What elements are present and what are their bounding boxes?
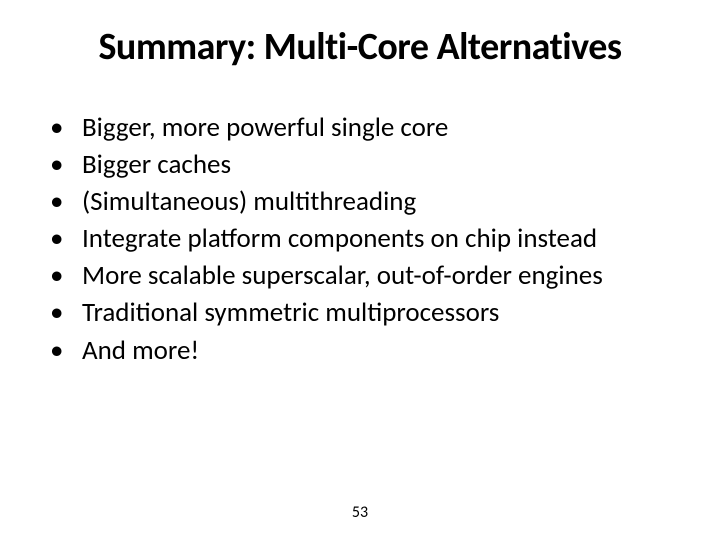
list-item: More scalable superscalar, out-of-order …: [50, 258, 690, 293]
list-item: (Simultaneous) multithreading: [50, 184, 690, 219]
list-item: Integrate platform components on chip in…: [50, 221, 690, 256]
slide-content: Bigger, more powerful single core Bigger…: [30, 110, 690, 520]
page-number: 53: [352, 503, 368, 522]
slide-container: Summary: Multi-Core Alternatives Bigger,…: [0, 0, 720, 540]
slide-title: Summary: Multi-Core Alternatives: [30, 24, 690, 70]
list-item: Bigger, more powerful single core: [50, 110, 690, 145]
list-item: Bigger caches: [50, 147, 690, 182]
list-item: And more!: [50, 333, 690, 368]
list-item: Traditional symmetric multiprocessors: [50, 295, 690, 330]
bullet-list: Bigger, more powerful single core Bigger…: [50, 110, 690, 368]
